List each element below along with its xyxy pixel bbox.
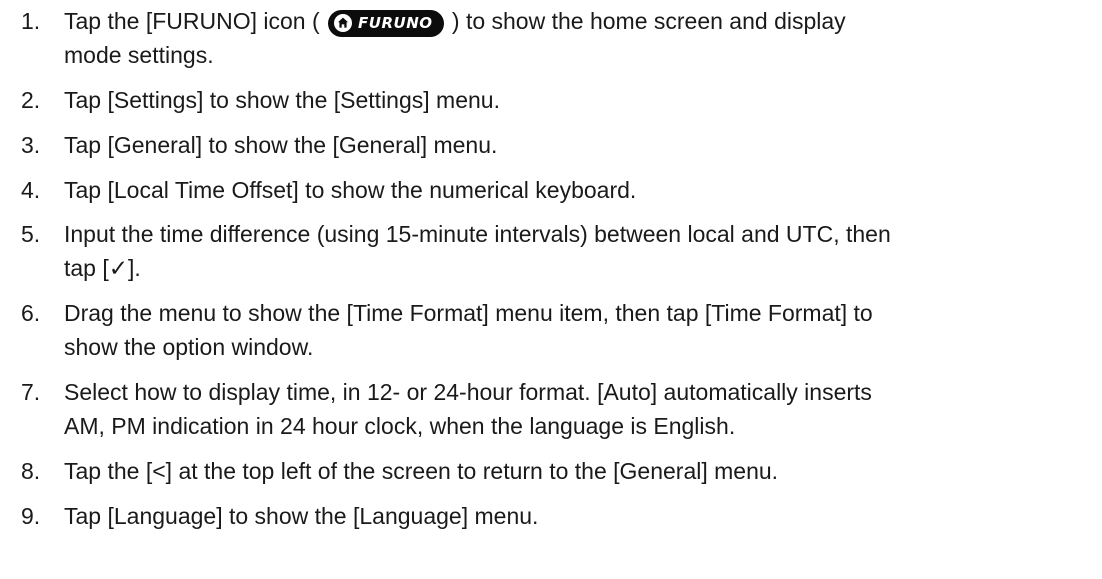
- step-number: 2.: [21, 87, 41, 113]
- step-line: Drag the menu to show the [Time Format] …: [64, 300, 873, 326]
- step-number: 8.: [21, 458, 41, 484]
- step-number: 6.: [21, 300, 41, 326]
- step-text: Tap the [<] at the top left of the scree…: [64, 454, 1094, 488]
- step-text: Tap the [FURUNO] icon ( FURUNO ) to show…: [64, 4, 1094, 72]
- step-line: Tap [General] to show the [General] menu…: [64, 132, 498, 158]
- step-text: Tap [Language] to show the [Language] me…: [64, 499, 1094, 533]
- step-line: mode settings.: [64, 42, 214, 68]
- step-text: Drag the menu to show the [Time Format] …: [64, 296, 1094, 364]
- step-number: 7.: [21, 379, 41, 405]
- step-line: tap [✓].: [64, 255, 141, 281]
- step-text: Tap [General] to show the [General] menu…: [64, 128, 1094, 162]
- furuno-home-icon: FURUNO: [328, 9, 444, 37]
- step-line: Tap [Settings] to show the [Settings] me…: [64, 87, 500, 113]
- step-text-before-icon: Tap the [FURUNO] icon (: [64, 8, 320, 34]
- step-line: Tap [Local Time Offset] to show the nume…: [64, 177, 637, 203]
- step-number: 3.: [21, 132, 41, 158]
- step-line: Tap the [FURUNO] icon ( FURUNO ) to show…: [64, 4, 1094, 38]
- step-line: AM, PM indication in 24 hour clock, when…: [64, 413, 736, 439]
- step-number: 5.: [21, 221, 41, 247]
- step-line: show the option window.: [64, 334, 314, 360]
- step-number: 1.: [21, 8, 41, 34]
- step-text: Input the time difference (using 15-minu…: [64, 217, 1094, 285]
- step-text: Tap [Settings] to show the [Settings] me…: [64, 83, 1094, 117]
- step-line: Select how to display time, in 12- or 24…: [64, 379, 872, 405]
- step-line: Tap the [<] at the top left of the scree…: [64, 458, 779, 484]
- step-number: 4.: [21, 177, 41, 203]
- step-text: Tap [Local Time Offset] to show the nume…: [64, 173, 1094, 207]
- furuno-icon-label: FURUNO: [358, 13, 433, 32]
- step-number: 9.: [21, 503, 41, 529]
- home-icon: [334, 14, 353, 32]
- step-line: Tap [Language] to show the [Language] me…: [64, 503, 539, 529]
- step-text: Select how to display time, in 12- or 24…: [64, 375, 1094, 443]
- step-text-after-icon: ) to show the home screen and display: [451, 8, 846, 34]
- step-line: Input the time difference (using 15-minu…: [64, 221, 891, 247]
